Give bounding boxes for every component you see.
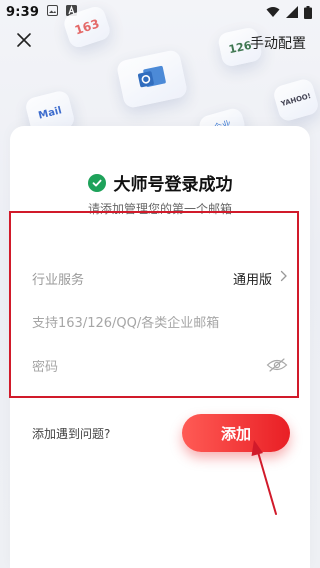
chevron-right-icon: [280, 270, 288, 286]
tile-mail-text: Mail: [37, 104, 63, 122]
email-input[interactable]: [32, 315, 288, 331]
email-row: [10, 303, 310, 343]
battery-icon: [304, 5, 312, 19]
tile-yahoo-text: YAHOO!: [280, 91, 312, 109]
add-problem-link[interactable]: 添加遇到问题?: [32, 425, 110, 442]
wifi-icon: [266, 6, 280, 18]
status-bar: 9:39: [0, 0, 320, 24]
subtitle: 请添加管理您的第一个邮箱: [87, 202, 232, 216]
password-row: [10, 347, 310, 387]
tile-126-text: 126: [227, 38, 253, 56]
image-icon: [47, 4, 59, 20]
industry-label: 行业服务: [32, 272, 85, 288]
status-right: [266, 5, 312, 19]
manual-config-link[interactable]: 手动配置: [250, 33, 306, 53]
password-input[interactable]: [32, 359, 266, 375]
status-time: 9:39: [6, 4, 40, 20]
tile-163-text: 163: [72, 16, 102, 38]
password-visibility-toggle[interactable]: [266, 358, 288, 376]
eye-off-icon: [266, 358, 288, 376]
add-button[interactable]: 添加: [182, 414, 290, 452]
industry-service-row[interactable]: 行业服务 通用版: [10, 258, 310, 298]
close-icon: [16, 32, 32, 52]
industry-value: 通用版: [232, 272, 272, 288]
industry-selector[interactable]: 通用版: [233, 269, 288, 288]
check-circle-icon: [87, 173, 106, 192]
login-card: 大师号登录成功 请添加管理您的第一个邮箱 行业服务 通用版 支持163/126/…: [9, 126, 310, 568]
signal-icon: [286, 6, 298, 18]
close-button[interactable]: [12, 30, 36, 54]
outlook-icon: [134, 62, 169, 96]
success-header: 大师号登录成功: [10, 170, 310, 195]
success-title: 大师号登录成功: [113, 175, 233, 195]
